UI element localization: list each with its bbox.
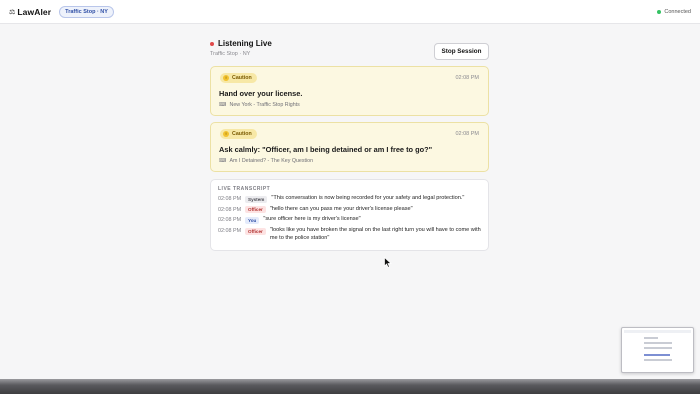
transcript-text: "This conversation is now being recorded… <box>271 195 465 201</box>
caution-badge: ! Caution <box>220 73 257 83</box>
stop-session-button[interactable]: Stop Session <box>434 43 489 60</box>
source-label: New York - Traffic Stop Rights <box>229 102 300 108</box>
transcript-text: "sure officer here is my driver's licens… <box>263 216 361 223</box>
transcript-text: "hello there can you pass me your driver… <box>269 205 413 212</box>
session-panel: Listening Live Traffic Stop · NY Stop Se… <box>210 34 489 251</box>
dock-strip <box>0 379 700 394</box>
advice-card: ! Caution 02:08 PM Ask calmly: "Officer,… <box>210 122 489 172</box>
context-badge: Traffic Stop · NY <box>59 5 114 18</box>
preview-bar <box>624 330 691 333</box>
caution-badge: ! Caution <box>220 129 257 139</box>
preview-line <box>644 337 658 339</box>
recording-dot-icon <box>210 41 214 46</box>
preview-line <box>644 359 672 361</box>
transcript-time: 02:08 PM <box>218 228 242 235</box>
connection-label: Connected <box>664 8 691 15</box>
status-dot-icon <box>657 9 662 14</box>
session-header: Listening Live Traffic Stop · NY Stop Se… <box>210 39 489 67</box>
warning-icon: ! <box>223 131 229 137</box>
advice-text: Hand over your license. <box>219 89 303 98</box>
transcript-row: 02:08 PM Officer "looks like you have br… <box>218 227 486 242</box>
book-icon: ⌨ <box>219 158 227 164</box>
preview-line <box>644 347 672 349</box>
preview-line <box>644 342 672 344</box>
badge-label: Caution <box>232 75 252 81</box>
source-reference[interactable]: ⌨ New York - Traffic Stop Rights <box>219 102 300 108</box>
scales-icon: ⚖ <box>9 8 16 16</box>
speaker-tag: Officer <box>245 206 266 214</box>
window-preview-thumbnail[interactable] <box>621 327 694 373</box>
speaker-tag: Officer <box>245 227 266 235</box>
mouse-cursor-icon <box>384 257 392 268</box>
transcript-list: 02:08 PM System "This conversation is no… <box>218 195 486 245</box>
transcript-time: 02:08 PM <box>218 196 242 202</box>
badge-label: Caution <box>232 131 252 137</box>
card-timestamp: 02:08 PM <box>455 131 479 137</box>
card-timestamp: 02:08 PM <box>455 75 479 81</box>
advice-text: Ask calmly: "Officer, am I being detaine… <box>219 145 433 154</box>
brand-name: LawAler <box>17 6 52 17</box>
advice-card: ! Caution 02:08 PM Hand over your licens… <box>210 66 489 116</box>
source-label: Am I Detained? - The Key Question <box>229 158 314 164</box>
transcript-row: 02:08 PM Officer "hello there can you pa… <box>218 206 486 214</box>
preview-accent <box>644 354 670 356</box>
speaker-tag: System <box>245 195 268 203</box>
transcript-row: 02:08 PM System "This conversation is no… <box>218 195 486 203</box>
source-reference[interactable]: ⌨ Am I Detained? - The Key Question <box>219 158 313 164</box>
warning-icon: ! <box>223 75 229 81</box>
top-bar: ⚖ LawAler Traffic Stop · NY Connected <box>0 0 700 24</box>
transcript-time: 02:08 PM <box>218 217 242 224</box>
transcript-title: LIVE TRANSCRIPT <box>218 186 271 192</box>
transcript-time: 02:08 PM <box>218 206 242 213</box>
transcript-text: "looks like you have broken the signal o… <box>269 227 481 241</box>
live-transcript: LIVE TRANSCRIPT 02:08 PM System "This co… <box>210 179 489 251</box>
book-icon: ⌨ <box>219 102 227 108</box>
brand-logo[interactable]: ⚖ LawAler <box>9 7 51 17</box>
transcript-row: 02:08 PM You "sure officer here is my dr… <box>218 216 486 224</box>
speaker-tag: You <box>245 216 260 224</box>
session-title: Listening Live <box>218 39 272 48</box>
connection-status: Connected <box>657 9 691 15</box>
